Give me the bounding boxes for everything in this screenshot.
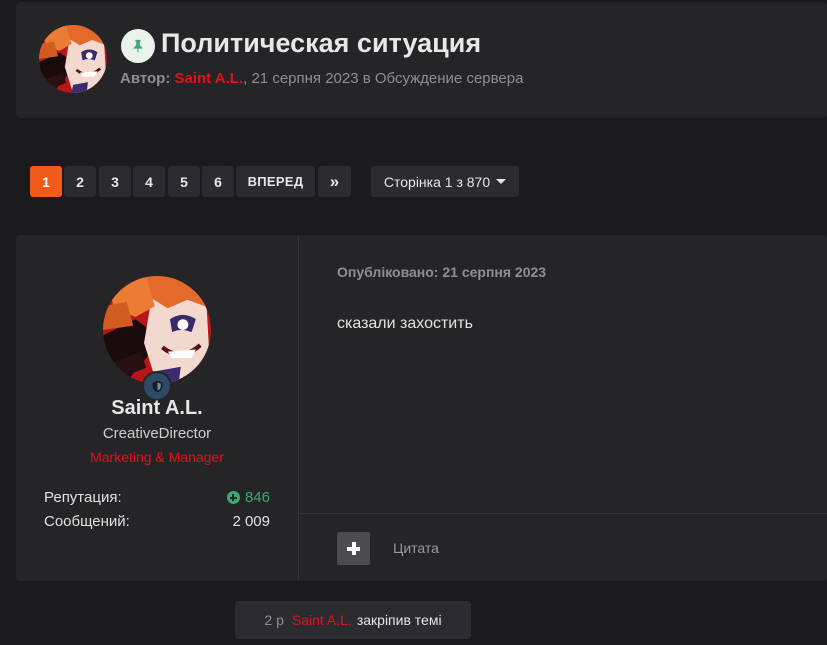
post-content: сказали захостить (337, 315, 473, 332)
plus-circle-icon (226, 491, 240, 504)
page-5-button[interactable]: 5 (168, 166, 200, 197)
post-author-panel: Saint A.L. CreativeDirector Marketing & … (16, 235, 299, 581)
topic-header: Политическая ситуация Автор: Saint A.L.,… (16, 2, 827, 118)
plus-icon (347, 542, 360, 555)
event-user-link[interactable]: Saint A.L. (292, 612, 352, 628)
page-jump-label: Сторінка 1 з 870 (383, 173, 491, 190)
post-author-title: CreativeDirector (102, 425, 212, 442)
quote-button[interactable]: Цитата (393, 540, 439, 556)
caret-down-icon (496, 179, 507, 184)
topic-author-avatar[interactable] (39, 25, 107, 93)
reputation-value-wrap: 846 (226, 489, 270, 506)
multiquote-button[interactable] (337, 532, 370, 565)
posts-count-stat: Сообщений: 2 009 (44, 513, 270, 530)
reputation-value: 846 (244, 489, 270, 506)
byline-separator: , (243, 70, 248, 87)
reputation-stat: Репутация: 846 (44, 489, 270, 506)
page-6-button[interactable]: 6 (202, 166, 234, 197)
byline-forum-link[interactable]: Обсуждение сервера (375, 70, 524, 87)
page-4-button[interactable]: 4 (133, 166, 165, 197)
post-author-avatar[interactable] (103, 276, 211, 384)
page-1-button[interactable]: 1 (30, 166, 62, 197)
moderation-event: 2 р Saint A.L. закріпив темі (235, 601, 471, 639)
post-author-group: Marketing & Manager (90, 449, 224, 465)
event-time: 2 р (264, 612, 284, 628)
page-jump-dropdown[interactable]: Сторінка 1 з 870 (371, 166, 519, 197)
topic-byline: Автор: Saint A.L., 21 серпня 2023 в Обсу… (120, 70, 523, 87)
pin-icon (121, 29, 155, 63)
byline-author-link[interactable]: Saint A.L. (175, 70, 244, 87)
post: Saint A.L. CreativeDirector Marketing & … (16, 235, 827, 581)
event-action: закріпив темі (356, 612, 442, 628)
posts-count-value: 2 009 (232, 513, 270, 530)
topic-title: Политическая ситуация (161, 28, 482, 58)
byline-prefix: Автор: (120, 70, 171, 87)
post-author-name[interactable]: Saint A.L. (16, 397, 298, 420)
post-controls: Цитата (299, 513, 827, 582)
page-3-button[interactable]: 3 (99, 166, 131, 197)
byline-in: в (362, 70, 371, 87)
posts-count-label: Сообщений: (44, 513, 130, 530)
next-page-button[interactable]: ВПЕРЕД (236, 166, 315, 197)
double-chevron-right-icon[interactable]: » (318, 166, 351, 197)
page-2-button[interactable]: 2 (64, 166, 96, 197)
reputation-label: Репутация: (44, 489, 122, 506)
byline-date: 21 серпня 2023 (251, 70, 359, 87)
post-date[interactable]: Опубліковано: 21 серпня 2023 (337, 264, 546, 280)
